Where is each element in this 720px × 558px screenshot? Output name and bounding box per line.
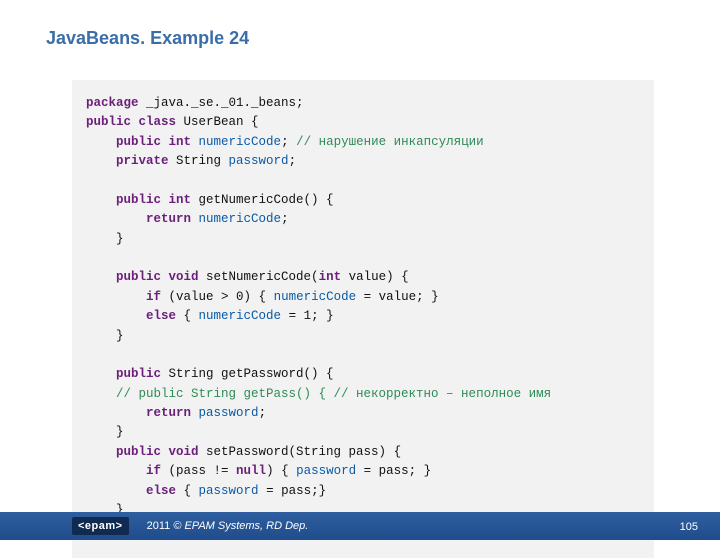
code-comment: // нарушение инкапсуляции: [296, 135, 484, 149]
code-text: = pass; }: [356, 464, 431, 478]
code-text: (value > 0) {: [161, 290, 274, 304]
code-kw: package: [86, 96, 139, 110]
code-text: setNumericCode(: [199, 270, 319, 284]
code-text: {: [176, 484, 199, 498]
code-text: value) {: [341, 270, 409, 284]
epam-logo: <epam>: [72, 517, 129, 535]
code-kw: null: [236, 464, 266, 478]
code-kw: public void: [116, 445, 199, 459]
code-kw: else: [146, 484, 176, 498]
code-kw: return: [146, 212, 191, 226]
code-text: (pass !=: [161, 464, 236, 478]
code-text: [191, 406, 199, 420]
code-kw: public class: [86, 115, 176, 129]
code-member: numericCode: [199, 212, 282, 226]
code-kw: if: [146, 464, 161, 478]
code-text: setPassword(String pass) {: [199, 445, 402, 459]
code-text: String getPassword() {: [161, 367, 334, 381]
code-text: }: [86, 232, 124, 246]
code-text: = 1; }: [281, 309, 334, 323]
code-text: }: [86, 329, 124, 343]
code-text: UserBean {: [176, 115, 259, 129]
code-member: password: [229, 154, 289, 168]
code-text: {: [176, 309, 199, 323]
code-block: package _java._se._01._beans; public cla…: [72, 80, 654, 558]
code-member: numericCode: [199, 309, 282, 323]
code-kw: int: [319, 270, 342, 284]
code-member: password: [199, 406, 259, 420]
code-kw: private: [116, 154, 169, 168]
code-text: ;: [289, 154, 297, 168]
code-text: String: [169, 154, 229, 168]
code-text: }: [86, 425, 124, 439]
code-kw: public int: [116, 135, 191, 149]
code-text: ;: [281, 135, 296, 149]
code-text: _java._se._01._beans;: [139, 96, 304, 110]
code-member: password: [296, 464, 356, 478]
copyright-year: 2011: [147, 520, 171, 532]
code-text: ;: [259, 406, 267, 420]
code-member: numericCode: [274, 290, 357, 304]
copyright-rest: © EPAM Systems, RD Dep.: [170, 520, 308, 532]
code-text: = value; }: [356, 290, 439, 304]
code-text: getNumericCode() {: [191, 193, 334, 207]
code-text: [191, 212, 199, 226]
code-kw: return: [146, 406, 191, 420]
code-kw: if: [146, 290, 161, 304]
code-text: ;: [281, 212, 289, 226]
code-kw: else: [146, 309, 176, 323]
copyright-text: 2011 © EPAM Systems, RD Dep.: [147, 520, 309, 532]
code-member: numericCode: [199, 135, 282, 149]
slide-title: JavaBeans. Example 24: [46, 28, 249, 49]
code-kw: public: [116, 367, 161, 381]
code-text: ) {: [266, 464, 296, 478]
code-kw: public void: [116, 270, 199, 284]
code-member: password: [199, 484, 259, 498]
code-comment: // public String getPass() { // некоррек…: [86, 387, 551, 401]
code-kw: public int: [116, 193, 191, 207]
page-number: 105: [680, 521, 698, 533]
code-text: = pass;}: [259, 484, 327, 498]
footer-bar: <epam> 2011 © EPAM Systems, RD Dep. 105: [0, 512, 720, 540]
